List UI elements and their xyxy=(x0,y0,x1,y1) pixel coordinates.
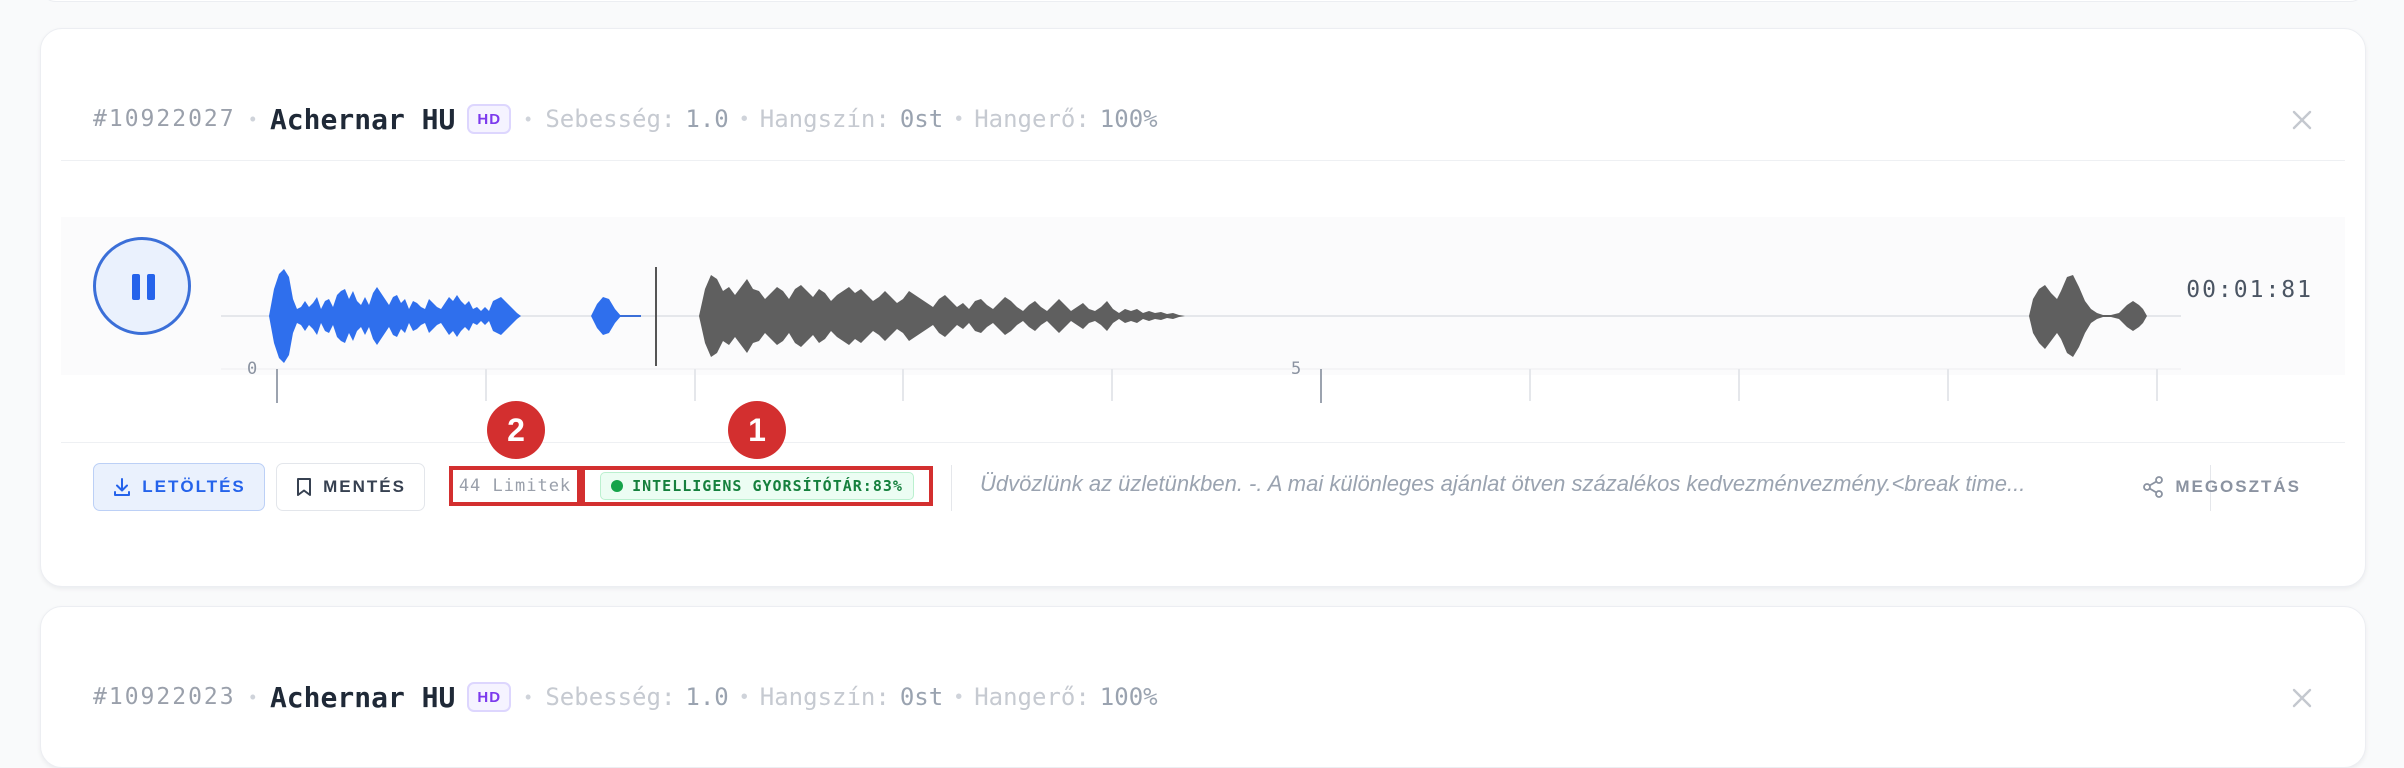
annotation-marker-1: 1 xyxy=(728,401,786,459)
download-label: LETÖLTÉS xyxy=(142,477,246,496)
separator-dot: • xyxy=(740,685,748,708)
volume-value: 100% xyxy=(1099,105,1158,133)
separator-dot: • xyxy=(525,686,532,707)
share-label: MEGOSZTÁS xyxy=(2175,477,2301,496)
voice-name: Achernar HU xyxy=(269,102,456,136)
pause-button[interactable] xyxy=(93,237,191,335)
voice-name: Achernar HU xyxy=(269,680,456,714)
bookmark-icon xyxy=(297,478,312,496)
download-button[interactable]: LETÖLTÉS xyxy=(93,463,265,511)
status-dot-icon xyxy=(611,480,624,492)
waveform[interactable] xyxy=(221,229,2211,414)
generation-card: #10922027 • Achernar HU HD • Sebesség: 1.… xyxy=(40,28,2366,587)
separator-dot: • xyxy=(249,108,256,129)
hd-badge: HD xyxy=(467,104,512,134)
toolbar-divider xyxy=(61,442,2345,443)
share-button[interactable]: MEGOSZTÁS xyxy=(2141,475,2301,499)
separator-dot: • xyxy=(525,108,532,129)
volume-meta: Hangerő: 100% xyxy=(974,683,1157,711)
timeline-ruler xyxy=(221,368,2181,403)
pitch-meta: Hangszín: 0st xyxy=(760,105,943,133)
speed-meta: Sebesség: 1.0 xyxy=(545,683,728,711)
separator-dot: • xyxy=(249,686,256,707)
close-icon[interactable] xyxy=(2291,109,2313,131)
cache-badge: INTELLIGENS GYORSÍTÓTÁR:83% xyxy=(600,472,914,500)
text-preview[interactable]: Üdvözlünk az üzletünkben. -. A mai külön… xyxy=(980,471,2190,497)
save-button[interactable]: MENTÉS xyxy=(276,463,425,511)
card-header: #10922023 • Achernar HU HD • Sebesség: 1.… xyxy=(93,677,1158,717)
volume-value: 100% xyxy=(1099,683,1158,711)
speed-label: Sebesség: xyxy=(545,683,676,711)
separator-dot: • xyxy=(955,107,963,130)
pitch-label: Hangszín: xyxy=(759,105,890,133)
download-icon xyxy=(114,478,131,496)
vertical-divider xyxy=(951,465,952,511)
separator-dot: • xyxy=(955,685,963,708)
volume-meta: Hangerő: 100% xyxy=(974,105,1157,133)
save-label: MENTÉS xyxy=(323,477,406,496)
pitch-meta: Hangszín: 0st xyxy=(760,683,943,711)
action-toolbar: LETÖLTÉS MENTÉS 44 Limitek INTELLIGENS G… xyxy=(93,463,2313,513)
cache-badge-highlight: INTELLIGENS GYORSÍTÓTÁR:83% xyxy=(581,466,933,506)
separator-dot: • xyxy=(740,107,748,130)
limit-text: 44 Limitek xyxy=(458,476,572,496)
generation-card: #10922023 • Achernar HU HD • Sebesség: 1.… xyxy=(40,606,2366,768)
playback-time: 00:01:81 xyxy=(2186,277,2313,303)
previous-card-edge xyxy=(40,0,2366,2)
pitch-value: 0st xyxy=(899,105,944,133)
speed-value: 1.0 xyxy=(685,105,729,133)
speed-value: 1.0 xyxy=(685,683,729,711)
annotation-marker-2: 2 xyxy=(487,401,545,459)
volume-label: Hangerő: xyxy=(974,105,1090,133)
header-divider xyxy=(61,160,2345,161)
generation-id: #10922023 xyxy=(93,684,236,710)
pitch-label: Hangszín: xyxy=(759,683,890,711)
speed-label: Sebesség: xyxy=(545,105,676,133)
timeline-label-5: 5 xyxy=(1291,359,1302,379)
card-header: #10922027 • Achernar HU HD • Sebesség: 1.… xyxy=(93,99,1158,139)
speed-meta: Sebesség: 1.0 xyxy=(545,105,728,133)
pitch-value: 0st xyxy=(899,683,944,711)
share-icon xyxy=(2143,476,2164,498)
close-icon[interactable] xyxy=(2291,687,2313,709)
limit-indicator: 44 Limitek xyxy=(449,466,581,506)
volume-label: Hangerő: xyxy=(974,683,1090,711)
generation-id: #10922027 xyxy=(93,106,236,132)
cache-text: INTELLIGENS GYORSÍTÓTÁR:83% xyxy=(632,477,903,495)
timeline-label-0: 0 xyxy=(247,359,258,379)
